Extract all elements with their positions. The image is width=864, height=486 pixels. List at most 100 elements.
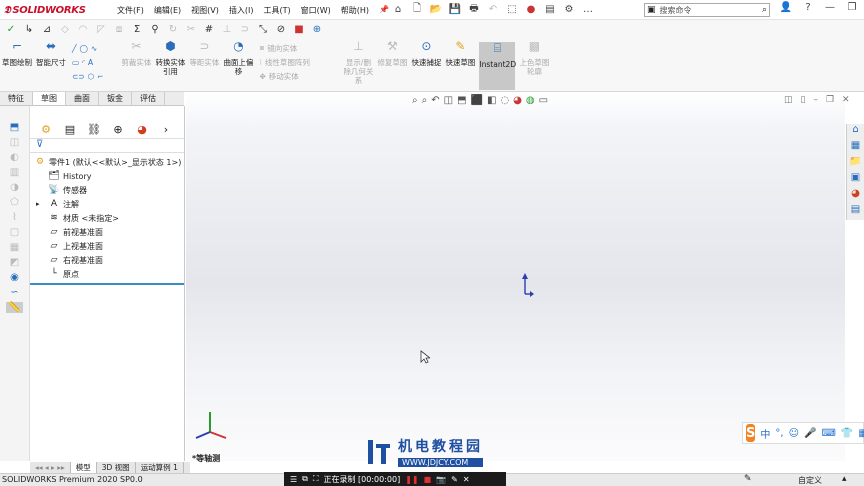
shell-icon[interactable]: ▢	[10, 227, 19, 238]
appearances-icon[interactable]: ◕	[847, 188, 864, 204]
arc-icon[interactable]: ◜	[82, 58, 85, 67]
print-icon[interactable]: 🖶	[466, 2, 482, 17]
keyboard-icon[interactable]: ⌨	[821, 428, 835, 439]
rebuild-icon[interactable]: ↻	[166, 22, 180, 36]
mirror-entities[interactable]: ⧈ 镜向实体	[259, 42, 333, 54]
hole-icon[interactable]: ◉	[10, 272, 19, 283]
exit-sketch-icon[interactable]: ↳	[22, 22, 36, 36]
display-manager-icon[interactable]: ◕	[134, 123, 150, 137]
restore-icon[interactable]: ❐	[826, 95, 834, 105]
tree-node-history[interactable]: 🗂 History	[30, 169, 184, 183]
zoom-area-icon[interactable]: ⌕	[422, 95, 428, 106]
display-delete-relations-button[interactable]: ⊥ 显示/删除几何关系	[343, 40, 373, 90]
loft-icon[interactable]: ⬠	[10, 197, 19, 208]
sogou-logo-icon[interactable]: S	[746, 424, 756, 442]
add-relation-icon[interactable]: ⊕	[310, 22, 324, 36]
tree-node-annotations[interactable]: ▸ A 注解	[30, 197, 184, 211]
measure-icon[interactable]: 📏	[6, 302, 23, 313]
traffic-light-icon[interactable]: ●	[523, 2, 539, 17]
tree-node-right-plane[interactable]: ▱ 右视基准面	[30, 253, 184, 267]
tab-3d-views[interactable]: 3D 视图	[97, 462, 136, 473]
view-palette-icon[interactable]: ▣	[847, 172, 864, 188]
smart-dimension-button[interactable]: ⬌ 智能尺寸	[36, 40, 66, 90]
rec-window-icon[interactable]: ⧉	[302, 474, 308, 484]
tree-node-material[interactable]: ≋ 材质 <未指定>	[30, 211, 184, 225]
relation-icon[interactable]: ⊥	[220, 22, 234, 36]
voice-icon[interactable]: 🎤	[804, 428, 816, 439]
restore-icon[interactable]: ❐	[844, 2, 860, 13]
instant2d-button[interactable]: ⌸ Instant2D	[479, 42, 516, 90]
menu-file[interactable]: 文件(F)	[112, 3, 149, 18]
point-icon[interactable]: ⌐	[97, 72, 103, 81]
minimize-icon[interactable]: –	[813, 95, 818, 105]
options-gear-icon[interactable]: ⚙	[561, 2, 577, 17]
rollback-bar[interactable]	[30, 283, 184, 285]
tree-root[interactable]: ⚙ 零件1 (默认<<默认>_显示状态 1>)	[30, 155, 184, 169]
polygon-icon[interactable]: ⬡	[88, 72, 95, 81]
previous-view-icon[interactable]: ↶	[431, 95, 439, 106]
view-settings-icon[interactable]: ▭	[539, 95, 548, 106]
more-ellipsis-icon[interactable]: …	[580, 2, 596, 17]
section-view-icon[interactable]: ◫	[444, 95, 453, 106]
tree-node-sensors[interactable]: 📡 传感器	[30, 183, 184, 197]
property-manager-icon[interactable]: ▤	[62, 123, 78, 137]
dynamic-annotation-icon[interactable]: ⬒	[457, 95, 466, 106]
skin-icon[interactable]: 👕	[841, 428, 853, 439]
convert-entities-button[interactable]: ⬢ 转换实体引用	[155, 40, 185, 90]
open-folder-icon[interactable]: 📂	[428, 2, 444, 17]
expand-arrow-icon[interactable]: ›	[158, 123, 174, 137]
file-properties-icon[interactable]: ▤	[542, 2, 558, 17]
menu-help[interactable]: 帮助(H)	[336, 3, 374, 18]
undo-icon[interactable]: ↶	[485, 2, 501, 17]
slot-icon[interactable]: ⊂⊃	[72, 72, 85, 81]
rapid-sketch-button[interactable]: ✎ 快速草图	[445, 40, 475, 90]
chamfer-icon[interactable]: ◸	[94, 22, 108, 36]
scale-icon[interactable]: ⤡	[256, 22, 270, 36]
extrude-icon[interactable]: ▥	[10, 167, 19, 178]
trim-icon[interactable]: ✂	[184, 22, 198, 36]
save-icon[interactable]: 💾	[447, 2, 463, 17]
dimxpert-icon[interactable]: ⊕	[110, 123, 126, 137]
text-icon[interactable]: A	[88, 58, 93, 67]
configuration-manager-icon[interactable]: ⛓	[86, 123, 102, 137]
units-selector[interactable]: 自定义	[798, 475, 822, 486]
help-icon[interactable]: ?	[800, 2, 816, 13]
custom-properties-icon[interactable]: ▤	[847, 204, 864, 220]
tab-sketch[interactable]: 草图	[33, 92, 66, 105]
filter-icon[interactable]: ⊽	[30, 139, 184, 153]
grid-icon[interactable]: #	[202, 22, 216, 36]
tree-node-origin[interactable]: └ 原点	[30, 267, 184, 281]
section-view-icon[interactable]: ◫	[10, 137, 19, 148]
user-icon[interactable]: 👤	[778, 2, 794, 13]
display-style-icon[interactable]: ◧	[487, 95, 496, 106]
sketch-button[interactable]: ⌐ 草图绘制	[2, 40, 32, 90]
linear-pattern[interactable]: ⁝ 线性草图阵列	[259, 56, 333, 68]
menu-view[interactable]: 视图(V)	[186, 3, 224, 18]
split-icon[interactable]: ◫	[784, 95, 793, 105]
tree-node-front-plane[interactable]: ▱ 前视基准面	[30, 225, 184, 239]
rec-close-icon[interactable]: ✕	[463, 475, 470, 484]
file-explorer-icon[interactable]: 📁	[847, 156, 864, 172]
hide-show-items-icon[interactable]: ◌	[500, 95, 509, 106]
menu-tools[interactable]: 工具(T)	[258, 3, 295, 18]
check-sketch-icon[interactable]: ⊘	[274, 22, 288, 36]
tab-nav-arrows-icon[interactable]: ◂◂ ◂ ▸ ▸▸	[30, 462, 71, 473]
menu-insert[interactable]: 插入(I)	[224, 3, 259, 18]
offset-on-surface-button[interactable]: ◔ 曲面上偏移	[223, 40, 253, 90]
toolbox-icon[interactable]: ▦	[858, 428, 864, 439]
stop-icon[interactable]: ■	[292, 22, 306, 36]
tab-features[interactable]: 特征	[0, 92, 33, 105]
pause-icon[interactable]: ❚❚	[405, 475, 418, 484]
view-orientation-icon[interactable]: ⬒	[10, 122, 19, 133]
close-icon[interactable]: ✕	[842, 95, 850, 105]
resources-home-icon[interactable]: ⌂	[847, 124, 864, 140]
expand-icon[interactable]: ▸	[36, 200, 48, 208]
new-file-icon[interactable]: 🗋	[409, 2, 425, 17]
scene-icon[interactable]: ◍	[526, 95, 535, 106]
menu-window[interactable]: 窗口(W)	[296, 3, 336, 18]
trim-entities-button[interactable]: ✂ 剪裁实体	[121, 40, 151, 90]
circle-icon[interactable]: ◯	[80, 44, 88, 53]
curves-icon[interactable]: ∽	[10, 287, 18, 298]
spline-icon[interactable]: ∿	[91, 44, 97, 53]
mirror-icon[interactable]: ⧈	[112, 22, 126, 36]
